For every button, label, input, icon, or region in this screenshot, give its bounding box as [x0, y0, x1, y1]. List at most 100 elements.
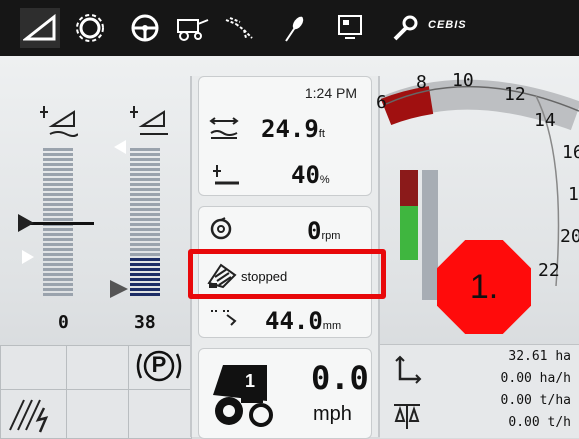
gauge-segment [130, 243, 160, 246]
gauge-segment [130, 158, 160, 161]
parking-brake-label: P [151, 352, 167, 377]
rpm-label: 22 [538, 260, 560, 281]
gauge-segment [43, 228, 73, 231]
gauge-segment [130, 183, 160, 186]
gauge-segment [43, 183, 73, 186]
right-gauge-icon [128, 104, 168, 143]
gauge-segment [130, 198, 160, 201]
gauge-segment [43, 253, 73, 256]
gauge-segment [43, 283, 73, 286]
gear-icon[interactable] [70, 8, 110, 48]
right-gauge-arrow [110, 280, 128, 298]
gauge-segment [43, 158, 73, 161]
gauge-segment [43, 208, 73, 211]
brand-logo: CEBIS [428, 19, 467, 31]
gauge-segment [130, 148, 160, 151]
grid-cell[interactable] [66, 389, 130, 439]
gauge-segment [130, 278, 160, 281]
gauge-segment [130, 173, 160, 176]
grid-cell[interactable] [66, 345, 130, 391]
gauge-segment [43, 198, 73, 201]
grid-cell[interactable] [0, 345, 68, 391]
slope-icon[interactable] [20, 8, 60, 48]
gauge-segment [43, 163, 73, 166]
gauge-segment [130, 283, 160, 286]
gauge-segment [130, 188, 160, 191]
gauge-segment [130, 238, 160, 241]
gauge-segment [43, 178, 73, 181]
gauge-segment [43, 248, 73, 251]
area-icon [394, 355, 422, 390]
rpm-label: 6 [376, 92, 387, 113]
cutting-width-icon [209, 117, 239, 144]
gauge-segment [130, 228, 160, 231]
gauge-segment [130, 218, 160, 221]
gauge-segment [130, 163, 160, 166]
gauge-segment [43, 263, 73, 266]
left-gauge-marker [22, 250, 34, 264]
gauge-segment [43, 153, 73, 156]
wheat-icon[interactable] [275, 8, 315, 48]
yield-per-h-value: 0.00 t/h [508, 415, 571, 430]
left-gauge-value: 0 [58, 312, 69, 333]
gauge-segment [130, 293, 160, 296]
rotor-speed-value: 0rpm [307, 217, 341, 245]
concave-icon [209, 307, 239, 332]
tractor-gear-icon [205, 355, 281, 434]
gauge-segment [43, 148, 73, 151]
right-height-gauge [130, 148, 160, 298]
gauge-segment [130, 233, 160, 236]
gauge-segment [43, 258, 73, 261]
rpm-label: 14 [534, 110, 556, 131]
gauge-segment [130, 203, 160, 206]
gauge-segment [43, 273, 73, 276]
wrench-icon[interactable] [384, 8, 424, 48]
gauge-segment [130, 288, 160, 291]
rpm-label: 12 [504, 84, 526, 105]
rpm-label: 20 [560, 226, 579, 247]
gauge-segment [130, 268, 160, 271]
autopilot-icon [4, 396, 60, 439]
gauge-segment [43, 213, 73, 216]
gauge-segment [43, 238, 73, 241]
gauge-segment [130, 258, 160, 261]
left-gauge-arrow [18, 214, 34, 232]
header-card: 1:24 PM 24.9ft 40% [198, 76, 372, 196]
concave-gap-value: 44.0mm [265, 307, 342, 335]
gauge-segment [43, 268, 73, 271]
header-height-icon [211, 163, 241, 192]
gauge-segment [43, 288, 73, 291]
gauge-segment [130, 213, 160, 216]
rotor-icon [209, 217, 233, 246]
yield-per-ha-value: 0.00 t/ha [500, 393, 571, 408]
cutting-width-value: 24.9ft [261, 115, 325, 143]
gauge-segment [130, 153, 160, 156]
rpm-label: 16 [562, 142, 579, 163]
gauge-segment [130, 263, 160, 266]
clock-time: 1:24 PM [304, 85, 357, 101]
gauge-segment [43, 293, 73, 296]
gauge-segment [130, 223, 160, 226]
area-value: 32.61 ha [508, 349, 571, 364]
gauge-segment [43, 173, 73, 176]
yield-panel: 32.61 ha 0.00 ha/h 0.00 t/ha 0.00 t/h [380, 344, 579, 438]
highlight-box [188, 249, 386, 299]
top-toolbar: CEBIS [0, 0, 579, 56]
gauge-segment [43, 233, 73, 236]
gauge-segment [43, 243, 73, 246]
grid-cell[interactable] [128, 389, 192, 439]
ground-speed-unit: mph [313, 403, 352, 425]
ground-speed-value: 0.0 [311, 359, 369, 397]
gauge-segment [130, 193, 160, 196]
spreader-icon[interactable] [220, 8, 260, 48]
monitor-icon[interactable] [330, 8, 370, 48]
gauge-segment [43, 193, 73, 196]
combine-icon[interactable] [172, 8, 212, 48]
header-height-value: 40% [291, 161, 330, 189]
left-gauge-icon [38, 104, 79, 143]
gauge-segment [130, 248, 160, 251]
gauge-segment [130, 208, 160, 211]
scale-icon [392, 401, 422, 436]
steering-wheel-icon[interactable] [125, 8, 165, 48]
gauge-segment [43, 203, 73, 206]
